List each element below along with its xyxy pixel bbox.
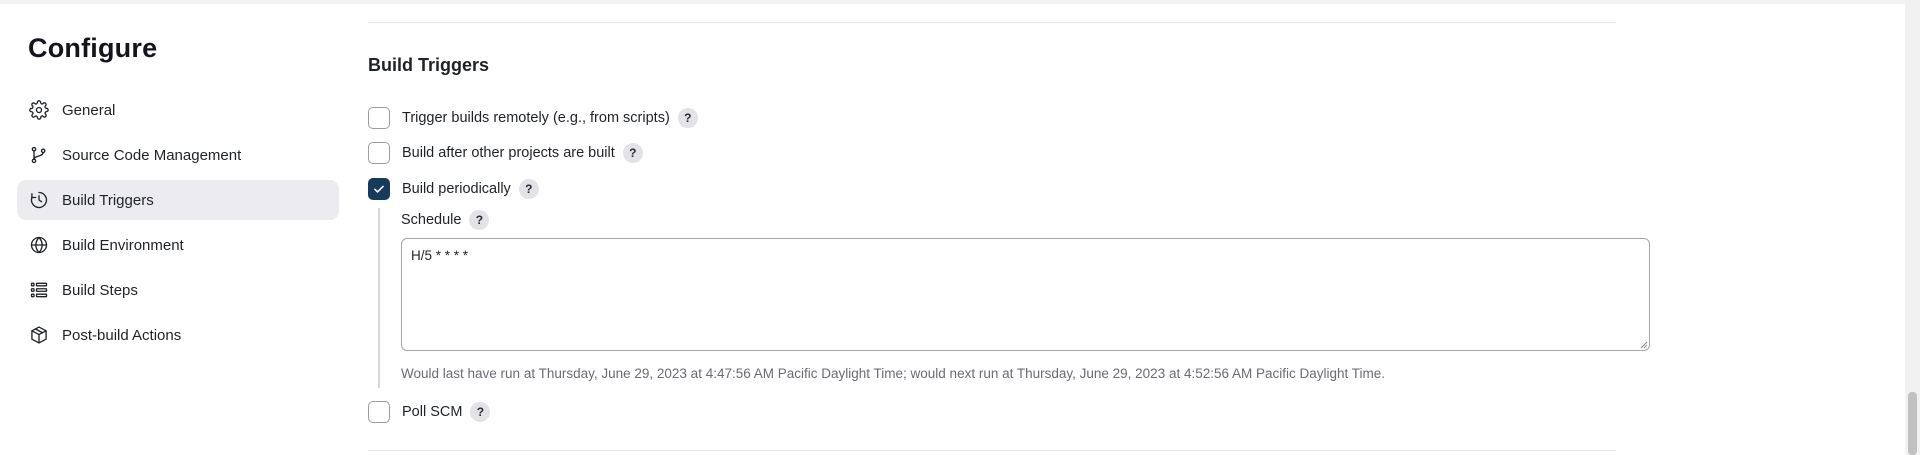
sidebar-item-label: General — [62, 101, 116, 119]
section-divider — [368, 450, 1616, 451]
build-periodically-row: Build periodically ? — [368, 177, 539, 201]
checkmark-icon — [374, 185, 384, 193]
build-periodically-label[interactable]: Build periodically — [402, 181, 511, 197]
sidebar-item-label: Post-build Actions — [62, 326, 182, 344]
sidebar-item-label: Build Triggers — [62, 191, 154, 209]
section-title: Build Triggers — [368, 55, 490, 75]
help-icon[interactable]: ? — [677, 108, 698, 128]
poll-scm-row: Poll SCM ? — [368, 400, 491, 424]
sidebar-item-build-triggers[interactable]: Build Triggers — [17, 180, 339, 220]
help-icon[interactable]: ? — [469, 210, 490, 230]
build-triggers-section: Build Triggers Trigger builds remotely (… — [368, 0, 1650, 455]
list-icon — [28, 279, 50, 301]
help-icon[interactable]: ? — [518, 179, 539, 199]
sidebar-item-build-environment[interactable]: Build Environment — [17, 225, 339, 265]
build-periodically-checkbox[interactable] — [368, 178, 390, 200]
help-icon[interactable]: ? — [470, 402, 491, 422]
trigger-remote-checkbox[interactable] — [368, 107, 390, 129]
scrollbar[interactable] — [1905, 0, 1920, 455]
page-title: Configure — [28, 33, 158, 63]
git-branch-icon — [28, 144, 50, 166]
poll-scm-checkbox[interactable] — [368, 401, 390, 423]
sidebar-item-post-build-actions[interactable]: Post-build Actions — [17, 315, 339, 355]
trigger-remote-label[interactable]: Trigger builds remotely (e.g., from scri… — [402, 110, 670, 126]
gear-icon — [28, 99, 50, 121]
build-after-label[interactable]: Build after other projects are built — [402, 145, 615, 161]
scrollbar-thumb[interactable] — [1908, 392, 1917, 455]
clock-icon — [28, 189, 50, 211]
help-icon[interactable]: ? — [622, 143, 643, 163]
section-divider — [368, 22, 1616, 23]
poll-scm-label[interactable]: Poll SCM — [402, 404, 462, 420]
globe-icon — [28, 234, 50, 256]
sidebar: General Source Code Management Build Tri… — [17, 90, 339, 360]
schedule-note: Would last have run at Thursday, June 29… — [401, 366, 1386, 381]
sidebar-item-source-code-management[interactable]: Source Code Management — [17, 135, 339, 175]
sidebar-item-label: Build Environment — [62, 236, 184, 254]
schedule-label: Schedule — [401, 212, 462, 228]
schedule-textarea[interactable] — [401, 238, 1650, 351]
build-after-row: Build after other projects are built ? — [368, 141, 643, 165]
build-after-checkbox[interactable] — [368, 142, 390, 164]
sidebar-item-general[interactable]: General — [17, 90, 339, 130]
trigger-remote-row: Trigger builds remotely (e.g., from scri… — [368, 106, 698, 130]
schedule-label-row: Schedule ? — [401, 210, 490, 230]
schedule-config: Schedule ? Would last have run at Thursd… — [378, 208, 1650, 388]
package-icon — [28, 324, 50, 346]
sidebar-item-build-steps[interactable]: Build Steps — [17, 270, 339, 310]
sidebar-item-label: Source Code Management — [62, 146, 242, 164]
sidebar-item-label: Build Steps — [62, 281, 138, 299]
